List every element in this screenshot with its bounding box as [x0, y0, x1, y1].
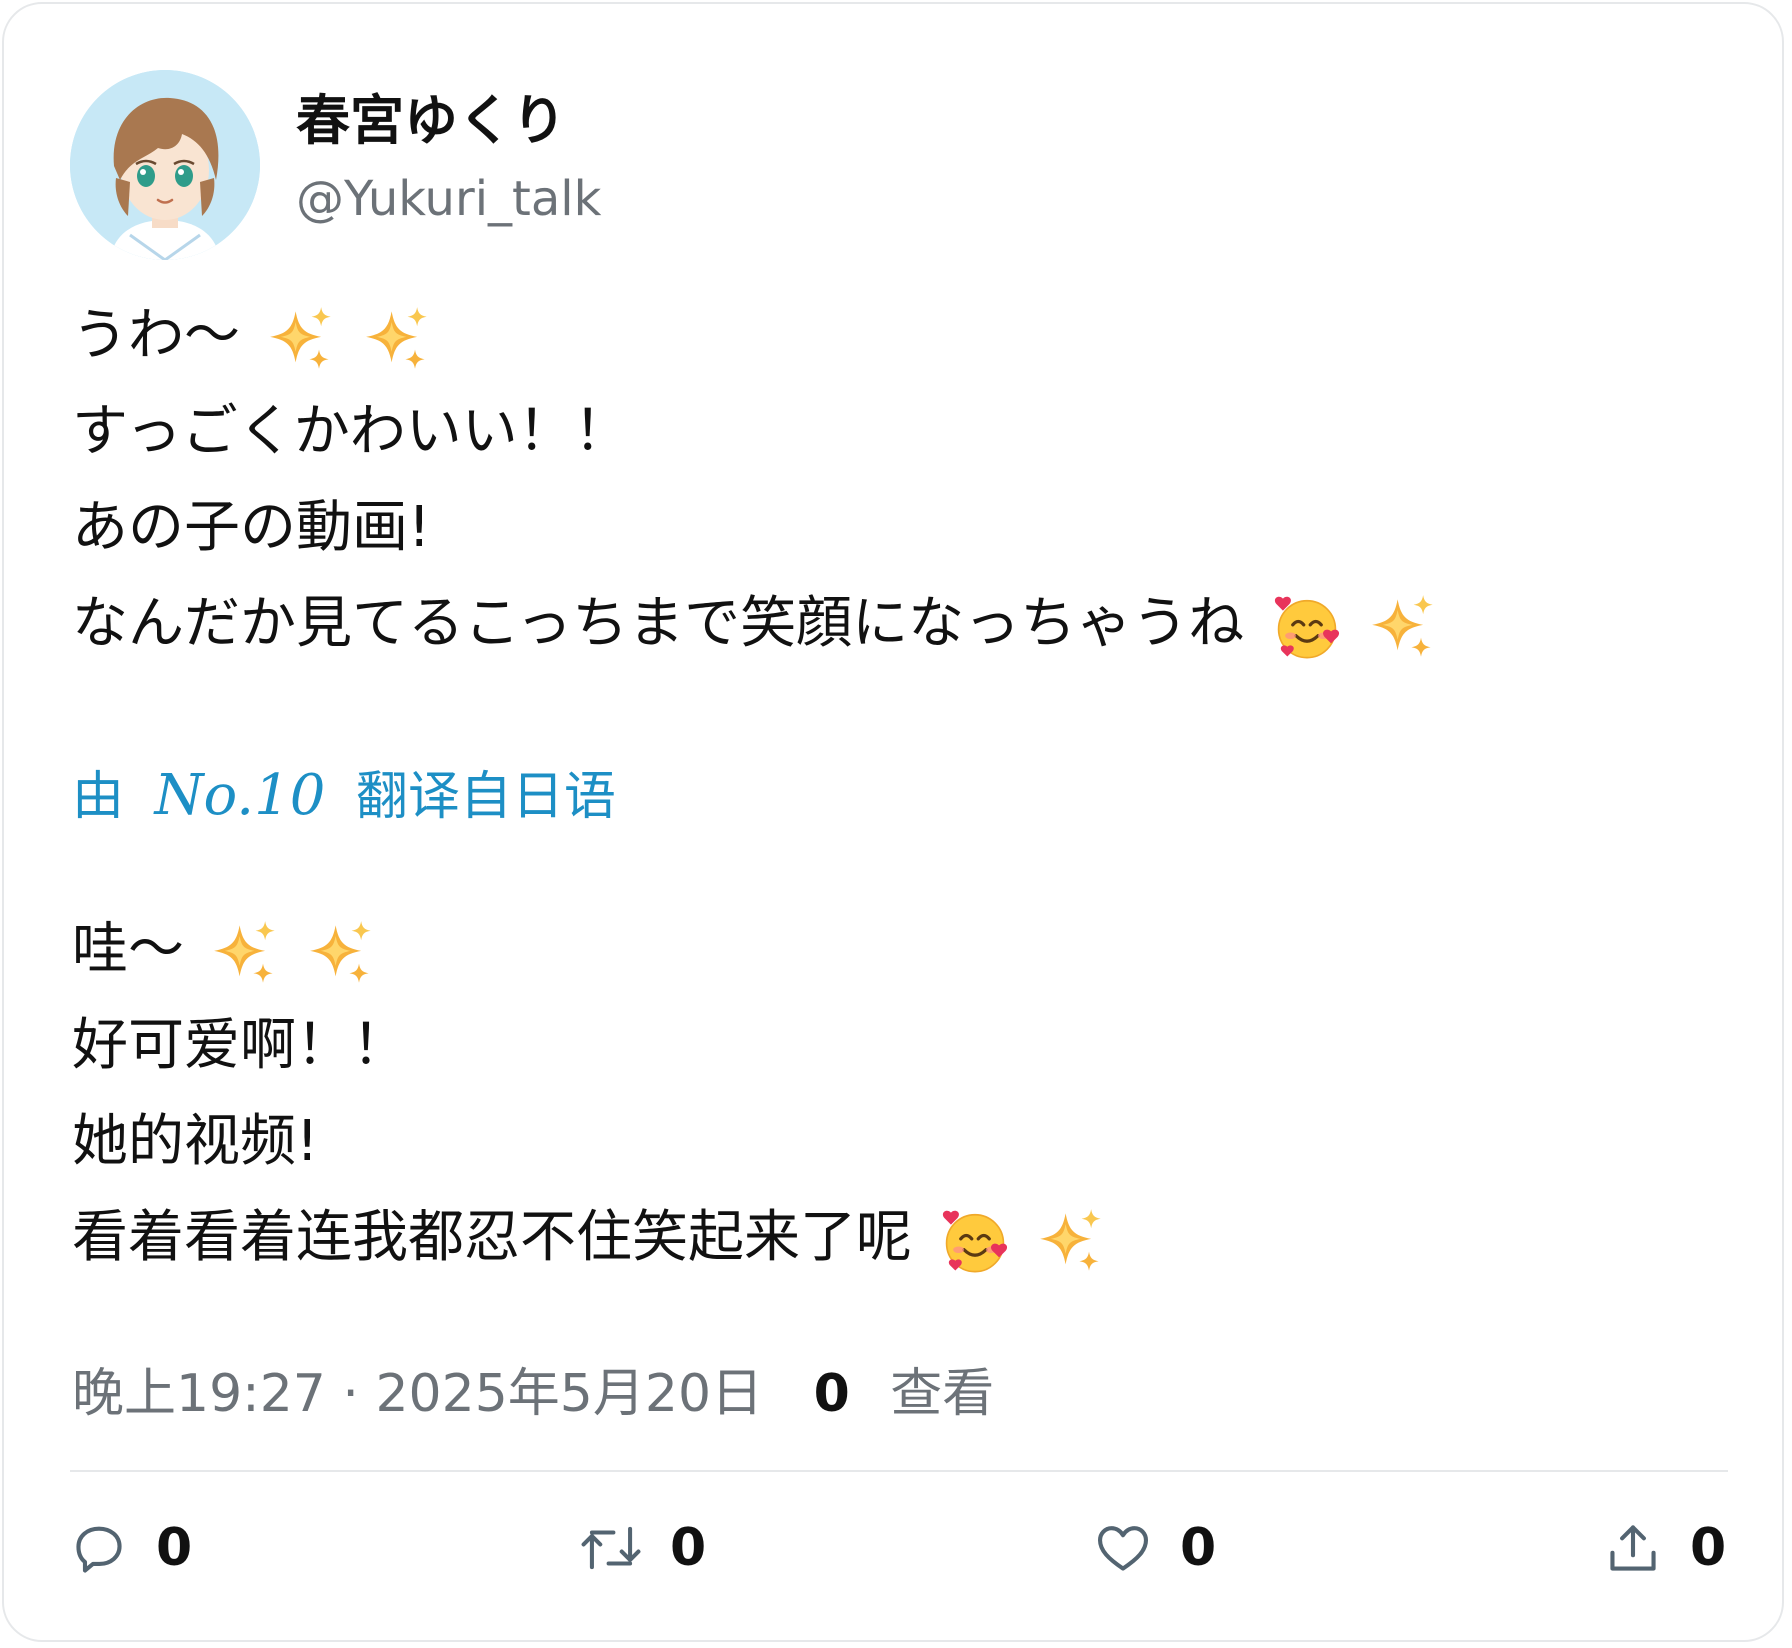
avatar[interactable] — [70, 70, 260, 260]
like-count: 0 — [1180, 1518, 1217, 1578]
user-handle[interactable]: @Yukuri_talk — [296, 166, 601, 232]
tweet-line: 看着看着连我都忍不住笑起来了呢 — [72, 1190, 1106, 1286]
tweet-line: 她的视频! — [72, 1094, 1106, 1190]
tweet-line-text: 看着看着连我都忍不住笑起来了呢 — [72, 1205, 912, 1270]
sparkles-emoji-icon — [212, 919, 280, 987]
tweet-line: あの子の動画! — [72, 480, 1438, 576]
divider — [70, 1470, 1728, 1472]
tweet-line: すっごくかわいい！！ — [72, 384, 1438, 480]
translation-suffix: 翻译自日语 — [355, 767, 616, 827]
sparkles-emoji-icon — [1370, 593, 1438, 661]
tweet-card: 春宮ゆくり @Yukuri_talk うわ〜 すっごくかわいい！！ あの子の動画… — [2, 2, 1784, 1642]
retweet-button[interactable]: 0 — [580, 1508, 706, 1588]
heart-icon — [1097, 1526, 1149, 1571]
tweet-translated-text: 哇〜 好可爱啊！！ 她的视频! 看着看着连我都忍不住笑起来了呢 — [72, 902, 1106, 1286]
retweet-icon — [581, 1526, 641, 1570]
translation-engine-logo: No.10 — [154, 763, 326, 828]
retweet-count: 0 — [670, 1518, 707, 1578]
tweet-line-text: すっごくかわいい！！ — [72, 399, 630, 464]
tweet-line-text: 好可爱啊！！ — [72, 1013, 408, 1078]
smiling-face-with-hearts-emoji-icon — [1272, 592, 1342, 662]
tweet-original-text: うわ〜 すっごくかわいい！！ あの子の動画! なんだか見てるこっちまで笑顔になっ… — [72, 288, 1438, 672]
like-button[interactable]: 0 — [1094, 1508, 1216, 1588]
translation-attribution[interactable]: 由 No.10 翻译自日语 — [72, 756, 616, 837]
tweet-line-text: 哇〜 — [72, 917, 184, 982]
tweet-line: なんだか見てるこっちまで笑顔になっちゃうね — [72, 576, 1438, 672]
sparkles-emoji-icon — [364, 305, 432, 373]
reply-button[interactable]: 0 — [70, 1508, 192, 1588]
sparkles-emoji-icon — [268, 305, 336, 373]
avatar-illustration — [70, 70, 260, 260]
reply-count: 0 — [156, 1518, 193, 1578]
share-count: 0 — [1690, 1518, 1727, 1578]
views-label: 查看 — [890, 1364, 995, 1424]
display-name[interactable]: 春宮ゆくり — [296, 84, 566, 158]
share-icon — [1610, 1525, 1656, 1571]
tweet-line-text: うわ〜 — [72, 303, 240, 368]
tweet-line-text: 她的视频! — [72, 1109, 319, 1174]
share-button[interactable]: 0 — [1604, 1508, 1726, 1588]
tweet-line: 好可爱啊！！ — [72, 998, 1106, 1094]
sparkles-emoji-icon — [1038, 1207, 1106, 1275]
tweet-line: 哇〜 — [72, 902, 1106, 998]
tweet-meta: 晚上19:27 · 2025年5月20日 0 查看 — [72, 1354, 994, 1434]
tweet-line: うわ〜 — [72, 288, 1438, 384]
views-count: 0 — [813, 1364, 850, 1424]
translation-prefix: 由 — [72, 767, 125, 827]
tweet-line-text: なんだか見てるこっちまで笑顔になっちゃうね — [72, 591, 1245, 656]
sparkles-emoji-icon — [308, 919, 376, 987]
tweet-line-text: あの子の動画! — [72, 495, 431, 560]
timestamp[interactable]: 晚上19:27 · 2025年5月20日 — [72, 1364, 763, 1424]
reply-icon — [76, 1526, 122, 1573]
smiling-face-with-hearts-emoji-icon — [940, 1206, 1010, 1276]
